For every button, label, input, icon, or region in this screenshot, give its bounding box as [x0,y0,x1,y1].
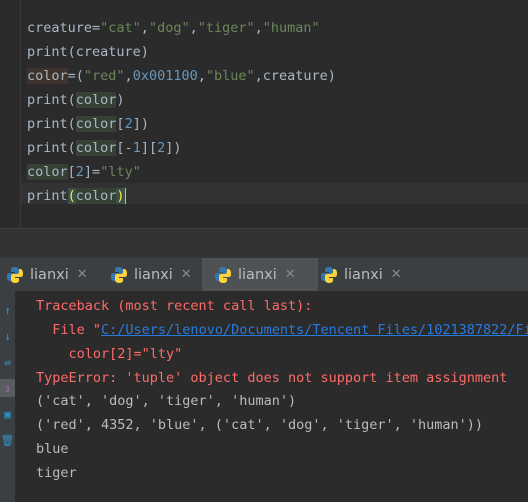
run-console[interactable]: Traceback (most recent call last): File … [15,291,528,502]
output-line-3: blue [36,441,69,457]
error-message: TypeError: 'tuple' object does not suppo… [36,370,508,386]
output-line-2: ('red', 4352, 'blue', ('cat', 'dog', 'ti… [36,417,484,433]
run-tab-2[interactable]: lianxi ✕ [106,258,204,291]
run-tab-label: lianxi [238,266,277,283]
close-icon[interactable]: ✕ [285,267,296,282]
close-icon[interactable]: ✕ [181,267,192,282]
code-line-8[interactable]: print(color) [27,184,126,208]
output-line-1: ('cat', 'dog', 'tiger', 'human') [36,393,297,409]
arrow-down-icon[interactable]: ↓ [0,327,15,345]
traceback-source-line: color[2]="lty" [36,346,183,362]
code-line-6[interactable]: print(color[-1][2]) [27,136,182,160]
soft-wrap-icon[interactable]: ⇌ [0,353,15,371]
traceback-file-line: File "C:/Users/lenovo/Documents/Tencent … [36,318,528,342]
python-icon [111,266,127,283]
run-tab-4[interactable]: lianxi ✕ [312,258,424,291]
run-tab-bar: lianxi ✕ lianxi ✕ lianxi ✕ lianxi ✕ [0,258,528,292]
run-tab-3[interactable]: lianxi ✕ [202,258,318,291]
python-icon [7,266,23,283]
code-line-3[interactable]: color=("red",0x001100,"blue",creature) [27,64,336,88]
close-icon[interactable]: ✕ [77,267,88,282]
code-line-1[interactable]: creature="cat","dog","tiger","human" [27,16,320,40]
panel-splitter[interactable] [0,228,528,259]
run-tab-label: lianxi [30,266,69,283]
trash-icon[interactable]: 🗑 [0,431,15,449]
run-tab-1[interactable]: lianxi ✕ [0,258,106,291]
close-icon[interactable]: ✕ [391,267,402,282]
text-caret [124,188,126,204]
print-icon[interactable]: ▣ [0,405,15,423]
file-link[interactable]: C:/Users/lenovo/Documents/Tencent Files/… [101,322,528,338]
code-line-2[interactable]: print(creature) [27,40,149,64]
scroll-to-end-icon[interactable]: ⇩ [0,379,15,397]
code-line-7[interactable]: color[2]="lty" [27,160,141,184]
code-line-4[interactable]: print(color) [27,88,125,112]
run-tab-label: lianxi [344,266,383,283]
python-icon [321,266,337,283]
code-line-5[interactable]: print(color[2]) [27,112,149,136]
run-toolbar: ↑ ↓ ⇌ ⇩ ▣ 🗑 [0,291,15,502]
output-line-4: tiger [36,465,77,481]
traceback-header: Traceback (most recent call last): [36,298,313,314]
arrow-up-icon[interactable]: ↑ [0,301,15,319]
python-icon [215,266,231,283]
run-tab-label: lianxi [134,266,173,283]
code-editor[interactable]: creature="cat","dog","tiger","human" pri… [0,0,528,228]
